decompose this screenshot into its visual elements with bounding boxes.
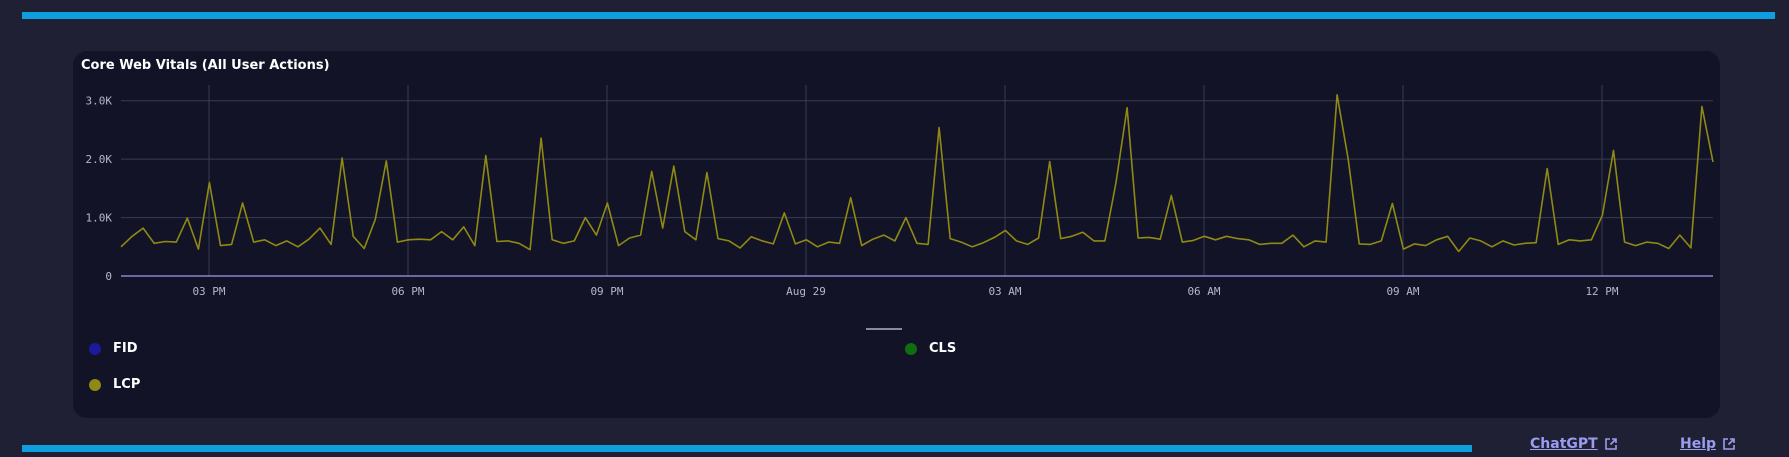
legend-dot-cls <box>905 342 917 355</box>
x-tick-label: Aug 29 <box>786 285 826 298</box>
top-accent-bar <box>22 12 1775 19</box>
x-axis: 03 PM 06 PM 09 PM Aug 29 03 AM 06 AM 09 AM 12 P… <box>192 285 1618 298</box>
legend-label-lcp: LCP <box>113 377 141 392</box>
y-tick-label: 3.0K <box>86 95 113 108</box>
x-tick-label: 06 PM <box>391 285 424 298</box>
legend-dot-fid <box>89 342 101 355</box>
y-tick-label: 2.0K <box>86 153 113 166</box>
legend-label-fid: FID <box>113 341 138 356</box>
series-line-lcp[interactable] <box>120 93 1714 253</box>
y-tick-label: 1.0K <box>86 212 113 225</box>
chatgpt-label: ChatGPT <box>1530 436 1598 452</box>
help-link[interactable]: Help <box>1680 436 1736 452</box>
chart-grid <box>121 85 1713 277</box>
x-tick-label: 12 PM <box>1585 285 1618 298</box>
y-tick-label: 0 <box>105 270 112 283</box>
legend-item-cls[interactable]: CLS <box>905 341 956 356</box>
core-web-vitals-panel: Core Web Vitals (All User Actions) 0 1.0K… <box>73 51 1720 418</box>
y-axis: 0 1.0K 2.0K 3.0K <box>86 95 113 283</box>
external-link-icon <box>1723 438 1735 450</box>
x-tick-label: 09 AM <box>1386 285 1419 298</box>
x-tick-label: 09 PM <box>590 285 623 298</box>
legend-item-lcp[interactable]: LCP <box>89 377 140 392</box>
x-tick-label: 03 PM <box>192 285 225 298</box>
external-link-icon <box>1604 438 1617 450</box>
chart-series <box>120 93 1714 253</box>
core-web-vitals-chart: 0 1.0K 2.0K 3.0K 03 PM 06 PM 09 PM Aug 29 03 AM… <box>86 85 1714 298</box>
legend-dot-lcp <box>89 378 101 391</box>
legend-drag-handle[interactable] <box>866 328 902 330</box>
bottom-accent-bar <box>22 445 1472 452</box>
chatgpt-link[interactable]: ChatGPT <box>1530 436 1618 452</box>
help-label: Help <box>1680 436 1717 452</box>
legend-item-fid[interactable]: FID <box>89 341 138 356</box>
x-tick-label: 06 AM <box>1187 285 1220 298</box>
legend-label-cls: CLS <box>929 341 957 356</box>
x-tick-label: 03 AM <box>988 285 1021 298</box>
